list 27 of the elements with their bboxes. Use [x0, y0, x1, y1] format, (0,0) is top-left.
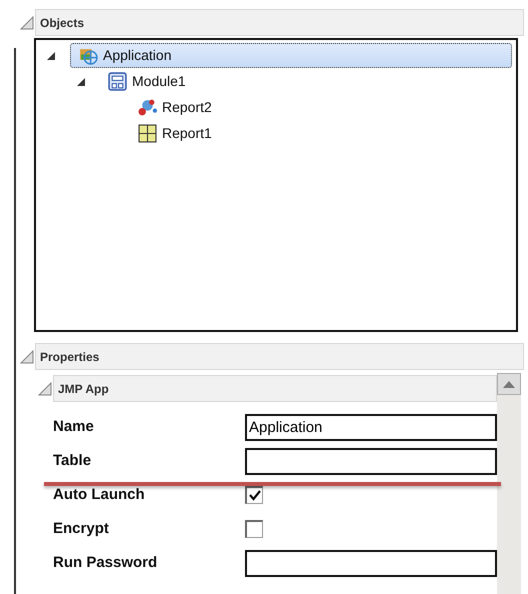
property-label: Run Password — [53, 552, 158, 573]
expand-arrow-icon[interactable] — [76, 76, 86, 87]
expand-arrow-icon[interactable] — [46, 50, 56, 61]
panel-header[interactable]: Properties — [35, 343, 524, 370]
panel-header[interactable]: JMP App — [53, 375, 497, 402]
form-icon — [108, 72, 127, 90]
panel-header[interactable]: Objects — [35, 9, 524, 36]
tree-item[interactable]: Application — [70, 42, 512, 68]
checkbox[interactable] — [245, 520, 263, 538]
scroll-up-icon[interactable] — [503, 380, 515, 388]
text-field[interactable]: Application — [245, 414, 497, 440]
tree-item[interactable]: Report1 — [160, 122, 214, 144]
tree-item[interactable]: Report2 — [160, 96, 214, 118]
grid-icon — [138, 124, 157, 142]
collapse-triangle-icon[interactable] — [36, 380, 53, 397]
collapse-triangle-icon[interactable] — [18, 14, 35, 31]
property-label: Encrypt — [53, 518, 110, 539]
text-field[interactable] — [245, 448, 497, 474]
scrollbar[interactable] — [497, 373, 521, 594]
property-label: Table — [53, 450, 92, 471]
dots-icon — [138, 98, 157, 116]
property-label: Name — [53, 416, 95, 437]
tree-item[interactable]: Module1 — [130, 70, 188, 92]
text-field[interactable] — [245, 550, 497, 576]
checkbox[interactable] — [245, 486, 263, 504]
collapse-triangle-icon[interactable] — [18, 348, 35, 365]
property-label: Auto Launch — [53, 484, 146, 505]
